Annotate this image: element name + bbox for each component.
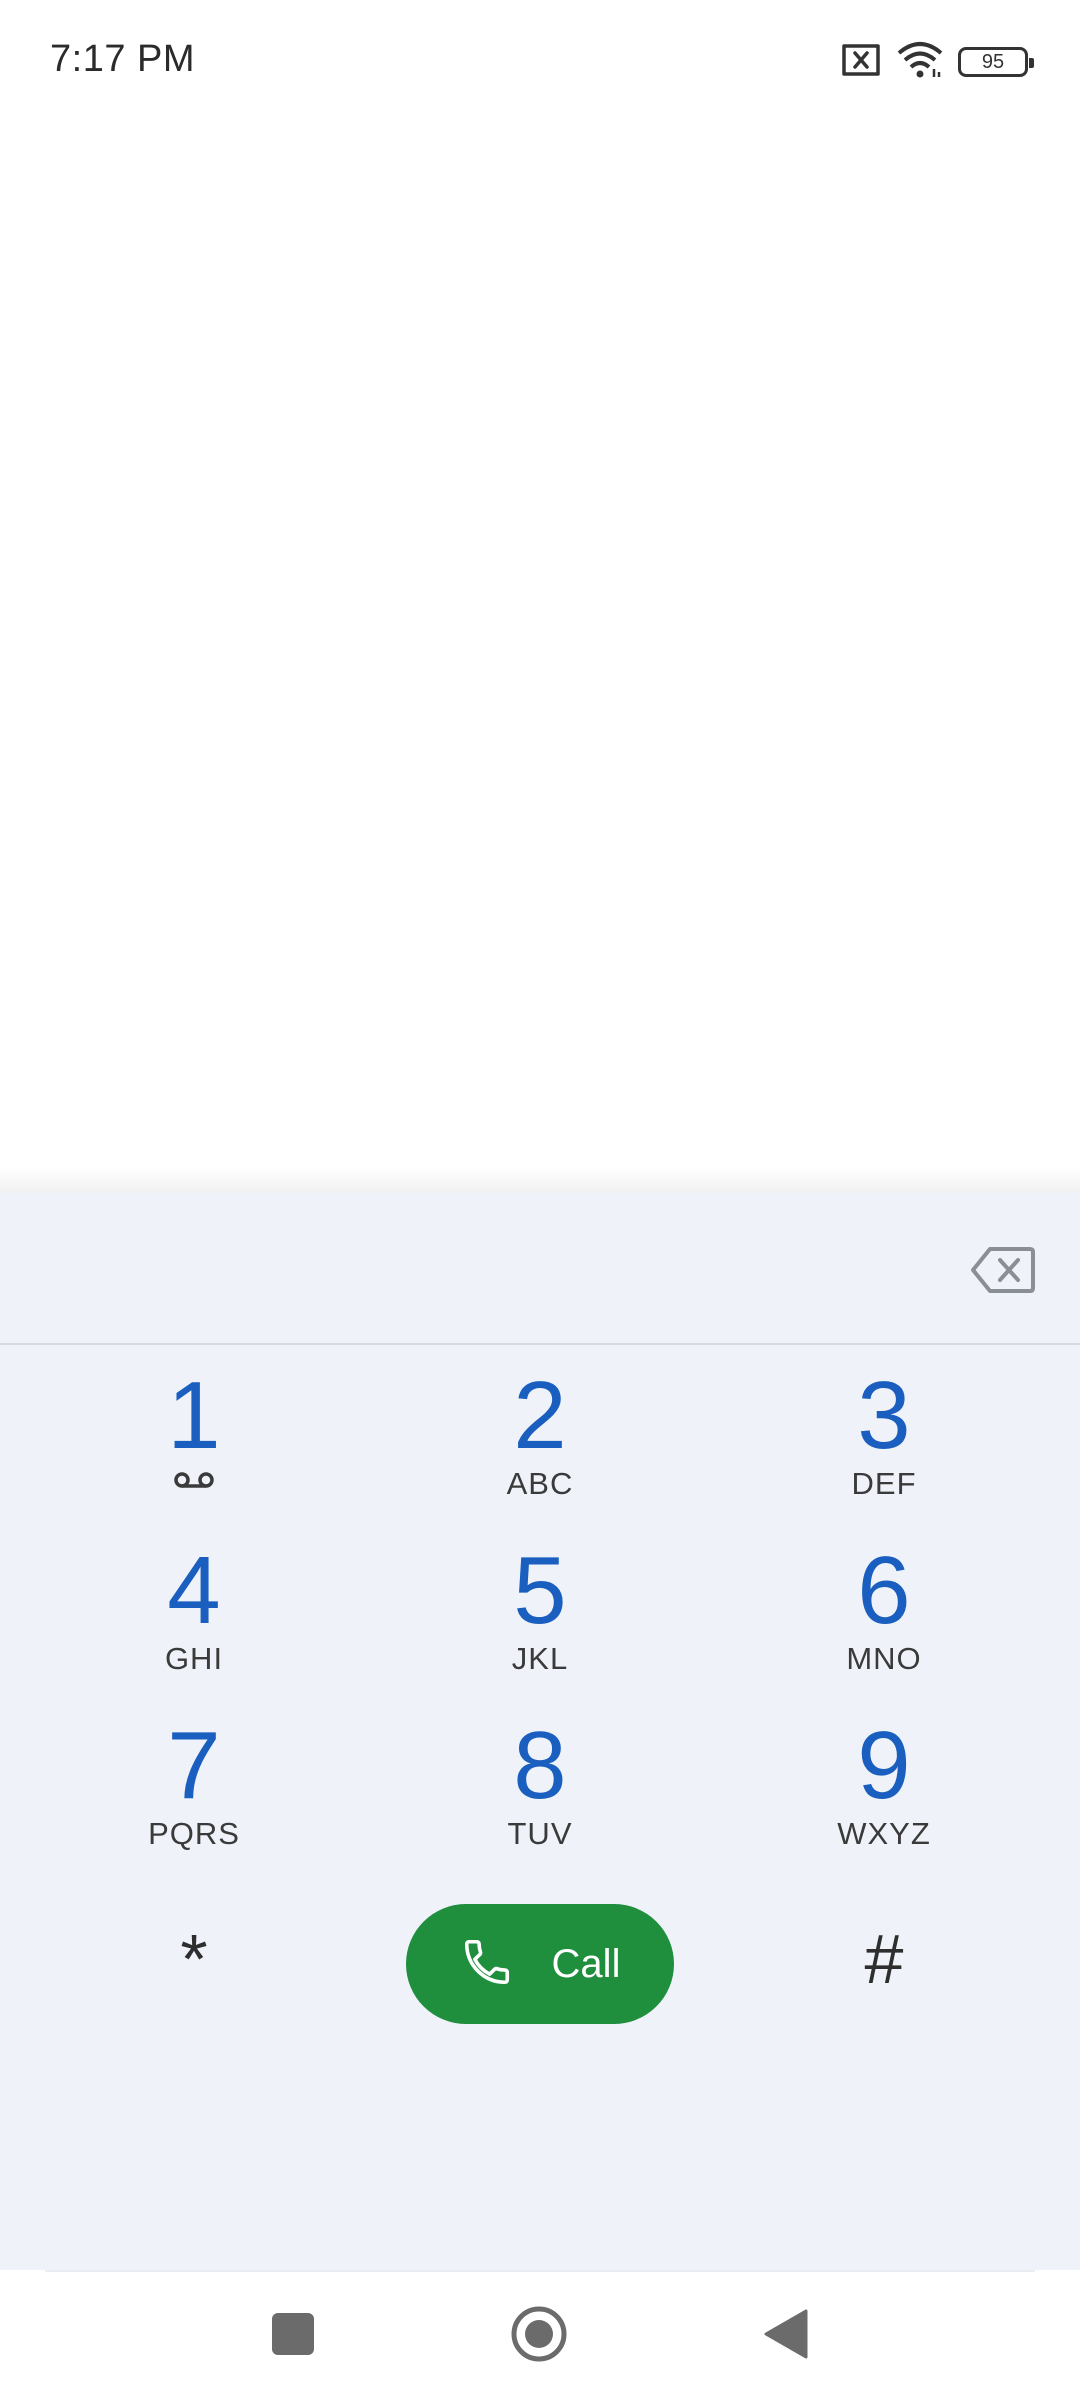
status-icons: 95 bbox=[840, 40, 1034, 84]
dialpad: 1 2 ABC 3 DEF 4 GHI 5 JKL 6 MNO 7 PQRS 8… bbox=[0, 1193, 1080, 2270]
phone-number-input[interactable] bbox=[40, 1233, 920, 1303]
key-digit: 8 bbox=[513, 1712, 567, 1819]
backspace-icon[interactable] bbox=[970, 1245, 1036, 1295]
key-symbol: # bbox=[864, 1920, 904, 1998]
digits-row bbox=[0, 1193, 1080, 1345]
voicemail-icon bbox=[173, 1470, 215, 1495]
battery-icon: 95 bbox=[958, 47, 1034, 77]
key-7[interactable]: 7 PQRS bbox=[84, 1718, 304, 1868]
key-star[interactable]: * bbox=[84, 1893, 304, 2043]
no-sim-icon bbox=[840, 43, 882, 82]
key-digit: 4 bbox=[167, 1537, 221, 1644]
key-3[interactable]: 3 DEF bbox=[774, 1368, 994, 1518]
key-letters: ABC bbox=[506, 1466, 574, 1501]
key-letters: PQRS bbox=[148, 1816, 240, 1851]
key-5[interactable]: 5 JKL bbox=[430, 1543, 650, 1693]
key-digit: 5 bbox=[513, 1537, 567, 1644]
key-letters: WXYZ bbox=[837, 1816, 931, 1851]
call-button[interactable]: Call bbox=[406, 1904, 674, 2024]
status-bar: 7:17 PM 95 bbox=[0, 0, 1080, 120]
key-digit: 6 bbox=[857, 1537, 911, 1644]
nav-divider bbox=[45, 2270, 1035, 2272]
key-letters: JKL bbox=[511, 1641, 569, 1676]
home-circle-icon bbox=[509, 2304, 569, 2369]
square-icon bbox=[270, 2311, 316, 2362]
key-symbol: * bbox=[180, 1920, 208, 1998]
key-4[interactable]: 4 GHI bbox=[84, 1543, 304, 1693]
call-label: Call bbox=[551, 1941, 621, 1986]
key-letters: GHI bbox=[164, 1641, 224, 1676]
key-2[interactable]: 2 ABC bbox=[430, 1368, 650, 1518]
back-triangle-icon bbox=[762, 2308, 810, 2365]
navigation-bar bbox=[0, 2270, 1080, 2400]
key-letters: DEF bbox=[851, 1466, 917, 1501]
key-letters: TUV bbox=[507, 1816, 573, 1851]
status-time: 7:17 PM bbox=[50, 38, 196, 80]
back-button[interactable] bbox=[756, 2306, 816, 2366]
key-digit: 2 bbox=[513, 1362, 567, 1469]
key-1[interactable]: 1 bbox=[84, 1368, 304, 1518]
key-digit: 1 bbox=[167, 1362, 221, 1469]
key-6[interactable]: 6 MNO bbox=[774, 1543, 994, 1693]
key-8[interactable]: 8 TUV bbox=[430, 1718, 650, 1868]
wifi-icon bbox=[896, 41, 944, 84]
dialpad-shadow bbox=[0, 1166, 1080, 1194]
key-pound[interactable]: # bbox=[774, 1893, 994, 2043]
key-digit: 3 bbox=[857, 1362, 911, 1469]
key-digit: 9 bbox=[857, 1712, 911, 1819]
home-button[interactable] bbox=[509, 2306, 569, 2366]
key-9[interactable]: 9 WXYZ bbox=[774, 1718, 994, 1868]
suggestions-area bbox=[0, 120, 1080, 1180]
key-digit: 7 bbox=[167, 1712, 221, 1819]
phone-icon bbox=[460, 1935, 514, 1994]
recents-button[interactable] bbox=[263, 2306, 323, 2366]
key-letters: MNO bbox=[846, 1641, 922, 1676]
